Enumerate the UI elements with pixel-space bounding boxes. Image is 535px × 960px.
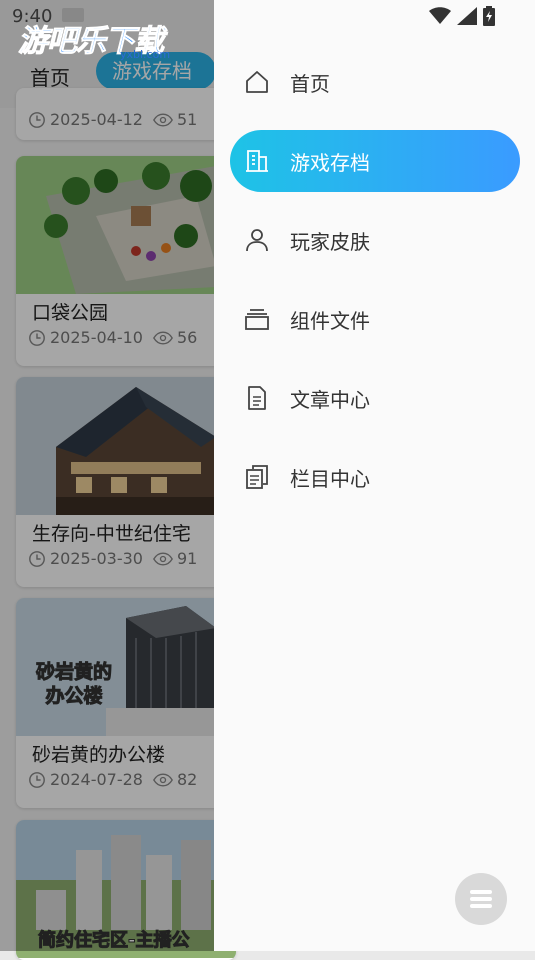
drawer-item-game-saves[interactable]: 游戏存档 (230, 130, 520, 192)
drawer-item-label: 首页 (290, 71, 330, 96)
drawer-item-player-skins[interactable]: 玩家皮肤 (230, 209, 520, 271)
battery-icon (483, 6, 495, 26)
document-icon (244, 385, 270, 411)
person-icon (244, 227, 270, 253)
drawer-item-article-center[interactable]: 文章中心 (230, 367, 520, 429)
wifi-icon (429, 7, 451, 24)
stack-icon (244, 306, 270, 332)
drawer-item-column-center[interactable]: 栏目中心 (230, 446, 520, 508)
navigation-drawer: 首页 游戏存档 玩家皮肤 组件文件 文章中心 栏目中心 (214, 0, 535, 951)
signal-icon (457, 7, 477, 25)
drawer-item-label: 玩家皮肤 (290, 229, 370, 254)
copy-icon (244, 464, 270, 490)
drawer-item-home[interactable]: 首页 (230, 51, 520, 113)
status-icons (429, 6, 495, 26)
home-icon (244, 69, 270, 95)
drawer-item-label: 文章中心 (290, 387, 370, 412)
drawer-item-label: 栏目中心 (290, 466, 370, 491)
menu-fab-button[interactable] (455, 873, 507, 925)
drawer-item-label: 游戏存档 (290, 150, 370, 175)
building-icon (244, 148, 270, 174)
drawer-item-component-files[interactable]: 组件文件 (230, 288, 520, 350)
drawer-item-label: 组件文件 (290, 308, 370, 333)
watermark-url: yxbl.com (120, 48, 171, 61)
menu-icon (470, 890, 492, 908)
